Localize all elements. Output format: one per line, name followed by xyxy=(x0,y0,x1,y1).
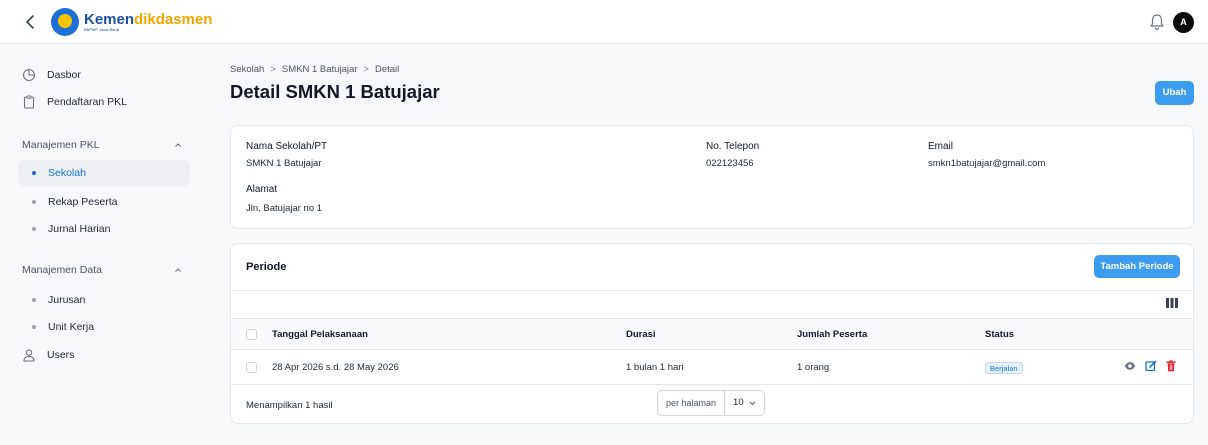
per-page-value: 10 xyxy=(733,397,744,408)
phone-value: 022123456 xyxy=(706,158,754,169)
page-title: Detail SMKN 1 Batujajar xyxy=(230,81,440,102)
nav-dot-icon xyxy=(32,325,36,329)
sidebar-item-dasbor[interactable]: Dasbor xyxy=(18,62,190,88)
cell-tanggal: 28 Apr 2026 s.d. 28 May 2026 xyxy=(272,362,399,373)
select-all-checkbox[interactable] xyxy=(246,329,257,340)
sidebar-item-jurusan[interactable]: Jurusan xyxy=(18,287,190,313)
logo[interactable]: Kemendikdasmen BBPMP Jawa Barat xyxy=(51,8,212,36)
table-row: 28 Apr 2026 s.d. 28 May 2026 1 bulan 1 h… xyxy=(231,350,1193,385)
breadcrumb-separator-icon: > xyxy=(270,64,276,75)
school-name-label: Nama Sekolah/PT xyxy=(246,141,328,152)
results-count: Menampilkan 1 hasil xyxy=(246,400,333,411)
chevron-up-icon xyxy=(175,268,181,272)
email-value: smkn1batujajar@gmail.com xyxy=(928,158,1046,169)
sidebar-item-rekap-peserta[interactable]: Rekap Peserta xyxy=(18,189,190,215)
column-header-status[interactable]: Status xyxy=(985,329,1014,340)
status-badge: Berjalan xyxy=(985,362,1023,374)
sidebar-item-label: Dasbor xyxy=(47,69,81,81)
avatar[interactable]: A xyxy=(1173,12,1194,33)
group-label: Manajemen PKL xyxy=(22,139,100,151)
breadcrumb: Sekolah > SMKN 1 Batujajar > Detail xyxy=(230,64,399,75)
edit-pencil-icon[interactable] xyxy=(1145,360,1157,372)
periode-card: Periode Tambah Periode Tanggal Pelaksana… xyxy=(230,243,1194,424)
sidebar-item-label: Unit Kerja xyxy=(48,321,95,333)
sidebar-item-label: Jurusan xyxy=(48,294,86,306)
divider xyxy=(231,290,1193,291)
column-header-durasi[interactable]: Durasi xyxy=(626,329,656,340)
columns-icon[interactable] xyxy=(1166,298,1178,308)
column-header-tanggal[interactable]: Tanggal Pelaksanaan xyxy=(272,329,368,340)
clipboard-icon xyxy=(23,95,35,109)
sidebar-item-users[interactable]: Users xyxy=(18,342,190,368)
group-label: Manajemen Data xyxy=(22,264,102,276)
delete-trash-icon[interactable] xyxy=(1165,360,1177,372)
per-page-select[interactable]: per halaman 10 xyxy=(657,390,765,416)
sidebar-item-label: Rekap Peserta xyxy=(48,196,118,208)
nav-dot-icon xyxy=(32,200,36,204)
sidebar-item-label: Users xyxy=(47,349,75,361)
nav-dot-icon xyxy=(32,171,36,175)
sidebar-item-jurnal-harian[interactable]: Jurnal Harian xyxy=(18,216,190,242)
cell-durasi: 1 bulan 1 hari xyxy=(626,362,684,373)
user-icon xyxy=(23,349,35,362)
sidebar-item-label: Sekolah xyxy=(48,167,86,179)
sidebar-item-label: Pendaftaran PKL xyxy=(47,96,127,108)
breadcrumb-item-detail: Detail xyxy=(374,64,400,75)
phone-label: No. Telepon xyxy=(706,141,760,152)
breadcrumb-item-sekolah[interactable]: Sekolah xyxy=(230,64,264,75)
edit-button[interactable]: Ubah xyxy=(1155,81,1194,105)
group-manajemen-pkl[interactable]: Manajemen PKL xyxy=(18,135,190,155)
dashboard-icon xyxy=(22,68,36,82)
column-header-jumlah-peserta[interactable]: Jumlah Peserta xyxy=(797,329,867,340)
sidebar-item-label: Jurnal Harian xyxy=(48,223,111,235)
sidebar-item-sekolah[interactable]: Sekolah xyxy=(18,160,190,186)
group-manajemen-data[interactable]: Manajemen Data xyxy=(18,260,190,280)
table-header: Tanggal Pelaksanaan Durasi Jumlah Pesert… xyxy=(231,318,1193,350)
cell-jumlah: 1 orang xyxy=(797,362,830,373)
per-page-dropdown[interactable]: 10 xyxy=(725,391,764,415)
chevron-down-icon xyxy=(749,401,755,405)
sidebar-item-unit-kerja[interactable]: Unit Kerja xyxy=(18,314,190,340)
breadcrumb-separator-icon: > xyxy=(363,64,369,75)
breadcrumb-item-school[interactable]: SMKN 1 Batujajar xyxy=(282,64,358,75)
address-value: Jln. Batujajar no 1 xyxy=(246,203,323,214)
sidebar: Dasbor Pendaftaran PKL Manajemen PKL Sek… xyxy=(0,44,200,445)
view-eye-icon[interactable] xyxy=(1124,360,1136,372)
back-arrow-icon[interactable] xyxy=(22,12,40,32)
sidebar-item-pendaftaran-pkl[interactable]: Pendaftaran PKL xyxy=(18,89,190,115)
per-page-label: per halaman xyxy=(658,391,726,415)
school-name-value: SMKN 1 Batujajar xyxy=(246,158,322,169)
add-periode-button[interactable]: Tambah Periode xyxy=(1094,255,1180,278)
logo-name: Kemendikdasmen xyxy=(84,10,213,28)
address-label: Alamat xyxy=(246,184,278,195)
top-bar: Kemendikdasmen BBPMP Jawa Barat A xyxy=(0,0,1208,44)
chevron-up-icon xyxy=(175,143,181,147)
email-label: Email xyxy=(928,141,954,152)
school-info-card: Nama Sekolah/PT SMKN 1 Batujajar No. Tel… xyxy=(230,125,1194,229)
notification-bell-icon[interactable] xyxy=(1148,12,1166,32)
nav-dot-icon xyxy=(32,227,36,231)
row-checkbox[interactable] xyxy=(246,362,257,373)
nav-dot-icon xyxy=(32,298,36,302)
periode-title: Periode xyxy=(246,261,287,273)
logo-emblem-icon xyxy=(51,8,79,36)
